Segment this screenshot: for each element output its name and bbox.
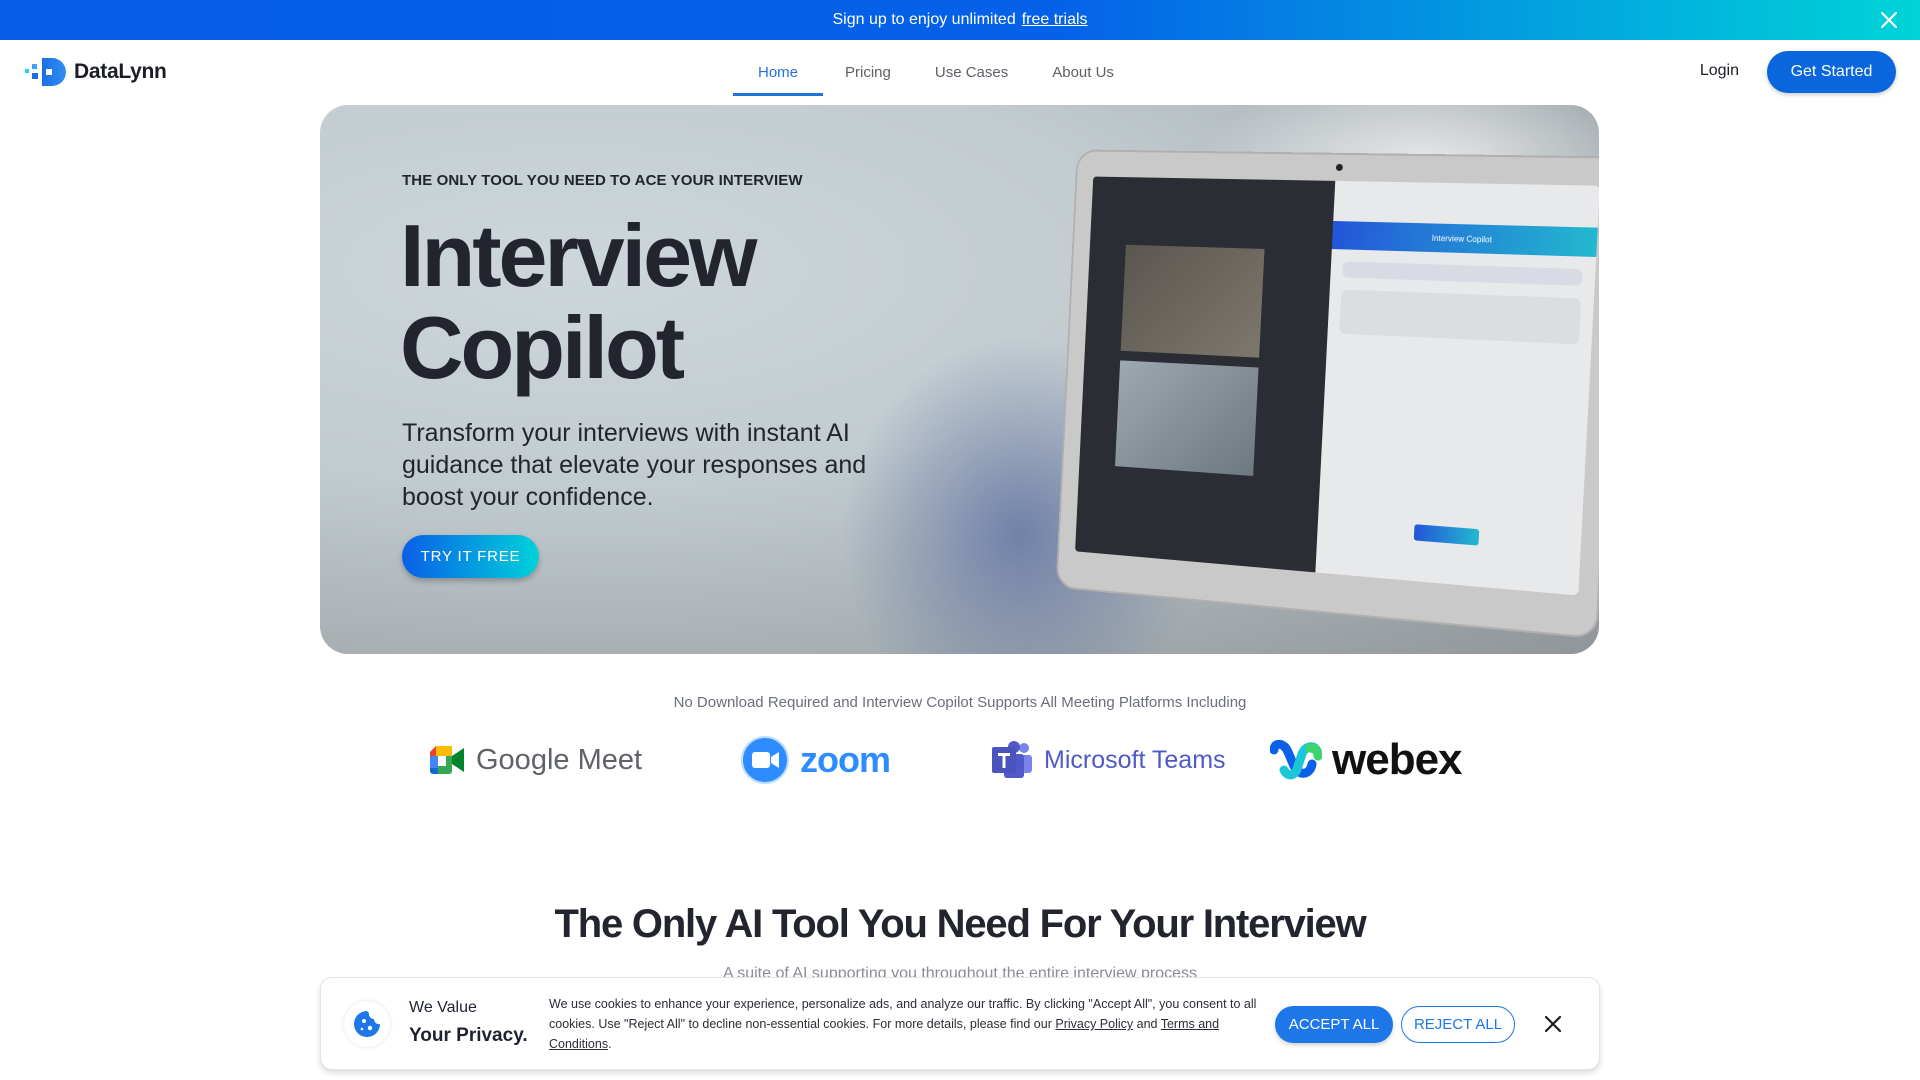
generate-answer-button — [1413, 524, 1480, 546]
microsoft-teams-label: Microsoft Teams — [1044, 745, 1226, 774]
top-nav: DataLynn Home Pricing Use Cases About Us… — [0, 40, 1920, 104]
nav-home[interactable]: Home — [733, 40, 823, 104]
platform-google-meet: Google Meet — [428, 735, 642, 785]
nav-pricing[interactable]: Pricing — [823, 40, 913, 104]
cookie-icon-badge — [344, 1001, 390, 1047]
try-it-free-button[interactable]: TRY IT FREE — [402, 535, 539, 578]
platforms-caption: No Download Required and Interview Copil… — [673, 694, 1247, 711]
platform-microsoft-teams: Microsoft Teams — [990, 735, 1226, 785]
accept-all-button[interactable]: ACCEPT ALL — [1275, 1006, 1393, 1043]
get-started-button[interactable]: Get Started — [1767, 51, 1896, 93]
google-meet-label: Google Meet — [476, 743, 643, 776]
zoom-icon — [741, 736, 789, 784]
platform-webex: webex — [1270, 735, 1463, 785]
cookie-heading-line1: We Value — [409, 999, 477, 1016]
zoom-label: zoom — [800, 739, 891, 780]
webex-icon — [1270, 740, 1322, 780]
reply-bubble — [1339, 289, 1582, 345]
platform-logos: Google Meet zoom Microsoft Teams webex — [0, 735, 1920, 785]
cookie-icon — [354, 1011, 380, 1037]
laptop-screen: Interview Copilot — [1075, 176, 1599, 596]
google-meet-icon — [430, 746, 464, 774]
promo-text: Sign up to enjoy unlimited — [832, 11, 1016, 28]
free-trials-link[interactable]: free trials — [1022, 11, 1088, 29]
cookie-text-part3: . — [608, 1037, 612, 1051]
promo-banner: Sign up to enjoy unlimited free trials — [0, 0, 1920, 40]
hero-eyebrow: THE ONLY TOOL YOU NEED TO ACE YOUR INTER… — [402, 172, 803, 189]
datalynn-logo-icon — [25, 58, 66, 86]
privacy-policy-link[interactable]: Privacy Policy — [1055, 1017, 1133, 1031]
login-link[interactable]: Login — [1700, 62, 1739, 80]
question-bubble — [1342, 261, 1583, 286]
main-menu: Home Pricing Use Cases About Us — [733, 40, 1136, 104]
video-tile-man — [1120, 244, 1265, 358]
cookie-text-part2: and — [1133, 1017, 1161, 1031]
hero-subtitle: Transform your interviews with instant A… — [402, 419, 867, 511]
webex-label: webex — [1332, 735, 1463, 784]
hero-title-line1: Interview — [400, 206, 757, 305]
cookie-heading-line2: Your Privacy. — [409, 1025, 528, 1046]
section-title: The Only AI Tool You Need For Your Inter… — [554, 902, 1366, 946]
nav-about-us[interactable]: About Us — [1030, 40, 1136, 104]
video-call-panel — [1075, 176, 1336, 573]
hero-laptop-image: Interview Copilot — [1055, 149, 1599, 640]
copilot-panel: Interview Copilot — [1315, 180, 1599, 596]
hero-title: Interview Copilot — [400, 206, 757, 397]
cookie-consent-banner: We Value Your Privacy. We use cookies to… — [320, 977, 1600, 1070]
close-icon[interactable] — [1878, 9, 1900, 31]
microsoft-teams-icon — [992, 741, 1032, 778]
copilot-panel-header: Interview Copilot — [1331, 220, 1598, 257]
hero-section: Interview Copilot THE ONLY TOOL YOU NEED… — [320, 105, 1599, 654]
reject-all-button[interactable]: REJECT ALL — [1401, 1006, 1515, 1043]
hero-title-line2: Copilot — [400, 298, 685, 397]
nav-use-cases[interactable]: Use Cases — [913, 40, 1030, 104]
close-icon[interactable] — [1543, 1014, 1563, 1034]
cookie-description: We use cookies to enhance your experienc… — [549, 994, 1259, 1054]
brand-name: DataLynn — [74, 60, 167, 83]
brand-logo[interactable]: DataLynn — [24, 56, 167, 88]
video-tile-woman — [1115, 360, 1259, 476]
platform-zoom: zoom — [740, 735, 891, 785]
